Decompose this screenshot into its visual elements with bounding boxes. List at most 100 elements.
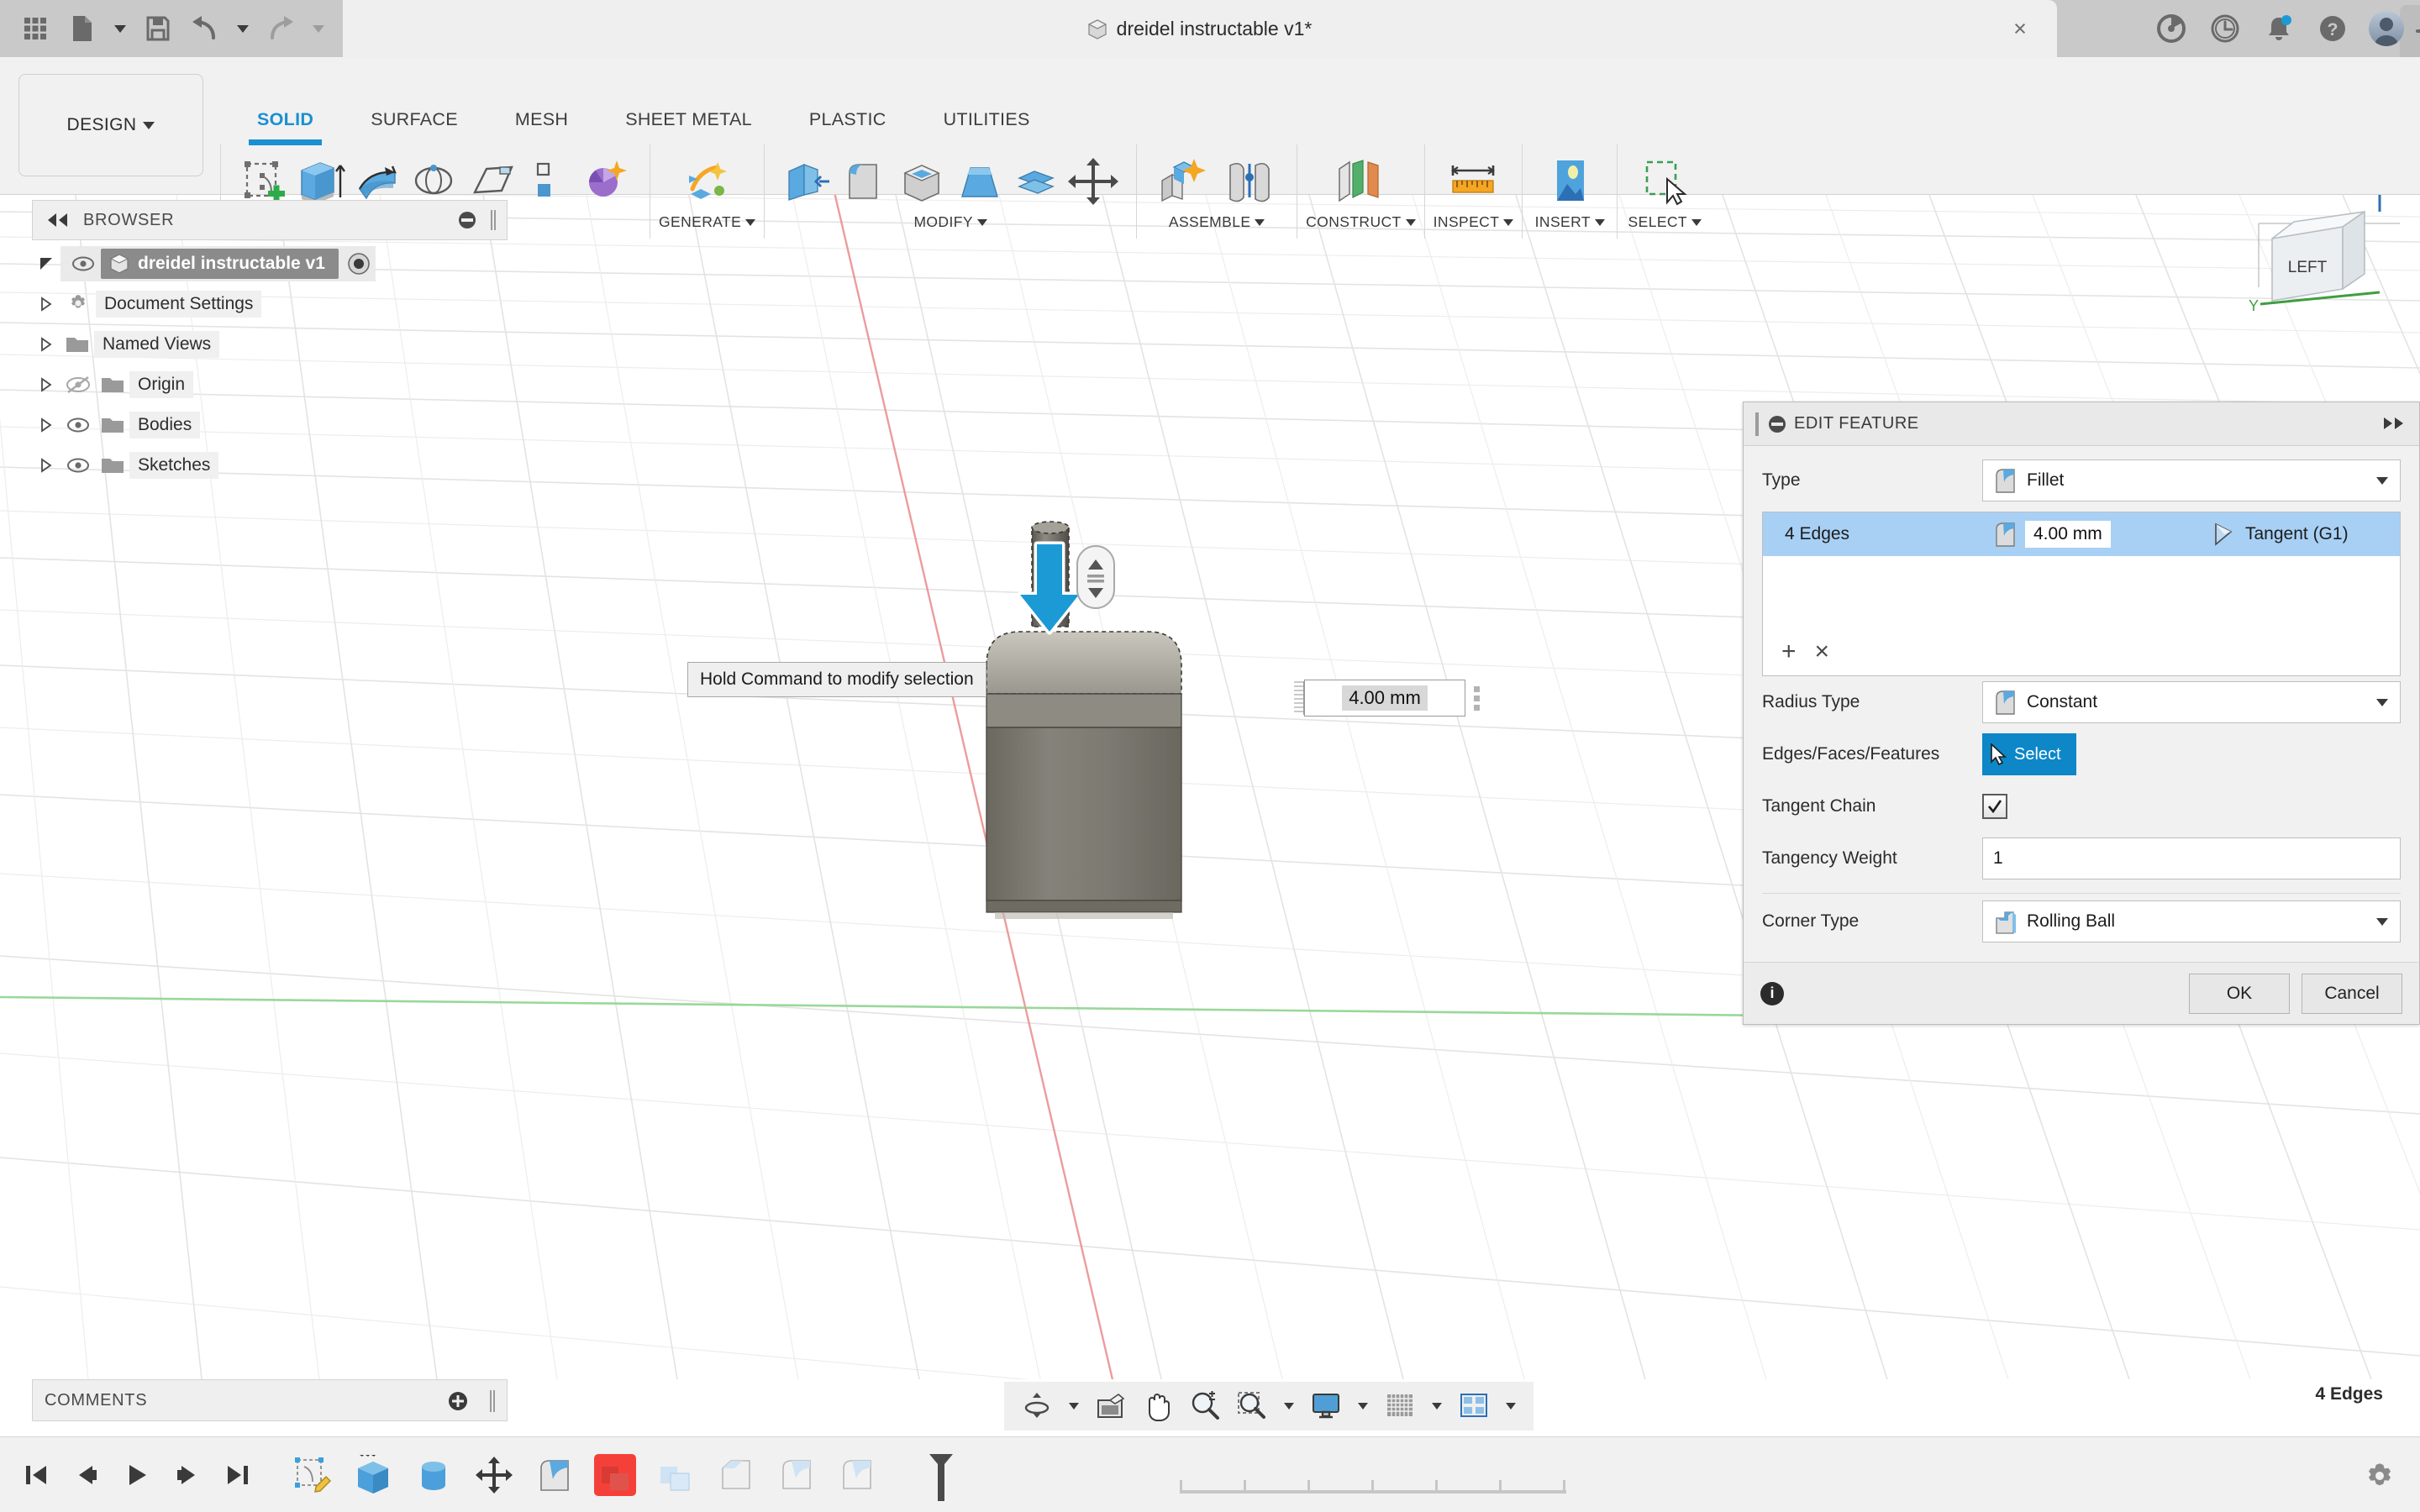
ribbon-group-label-inspect[interactable]: INSPECT (1434, 213, 1514, 231)
timeline-fillet-feature[interactable] (531, 1452, 578, 1499)
play-icon[interactable] (123, 1461, 151, 1489)
tab-plastic[interactable]: PLASTIC (781, 109, 915, 130)
edge-list[interactable]: 4 Edges 4.00 mm (1762, 512, 2401, 676)
cancel-button[interactable]: Cancel (2302, 974, 2402, 1014)
save-icon[interactable] (134, 5, 182, 52)
corner-type-dropdown[interactable]: Rolling Ball (1982, 900, 2401, 942)
browser-minimize-icon[interactable] (458, 211, 476, 229)
close-icon[interactable]: × (2007, 15, 2033, 42)
tree-root-row[interactable]: dreidel instructable v1 (32, 244, 511, 284)
tab-utilities[interactable]: UTILITIES (915, 109, 1059, 130)
tree-row-origin[interactable]: Origin (32, 365, 511, 405)
pan-icon[interactable] (1137, 1385, 1179, 1427)
timeline-marker[interactable] (924, 1452, 958, 1503)
move-copy-icon[interactable] (1067, 153, 1119, 210)
dialog-header[interactable]: EDIT FEATURE (1744, 402, 2419, 446)
measure-icon[interactable] (1443, 153, 1503, 210)
timeline-combine-feature[interactable] (652, 1452, 699, 1499)
timeline-fillet-feature-2[interactable] (773, 1452, 820, 1499)
select-icon[interactable] (1634, 153, 1695, 210)
viewports-icon[interactable] (1453, 1385, 1495, 1427)
tree-row-named-views[interactable]: Named Views (32, 324, 511, 365)
model-dreidel[interactable] (983, 512, 1235, 949)
edge-list-row[interactable]: 4 Edges 4.00 mm (1763, 512, 2400, 556)
zoom-window-icon[interactable] (1231, 1385, 1273, 1427)
browser-resize-grip[interactable] (490, 209, 497, 231)
tree-row-bodies[interactable]: Bodies (32, 405, 511, 445)
orbit-dropdown-caret[interactable] (1063, 1403, 1085, 1410)
zoom-window-dropdown-caret[interactable] (1278, 1403, 1300, 1410)
add-comment-icon[interactable] (448, 1391, 468, 1411)
timeline-combine-feature-active[interactable] (592, 1452, 639, 1499)
step-forward-icon[interactable] (173, 1461, 202, 1489)
construction-plane-icon[interactable] (1330, 153, 1391, 210)
redo-icon[interactable] (257, 5, 304, 52)
file-dropdown-caret[interactable] (106, 5, 134, 52)
file-icon[interactable] (59, 5, 106, 52)
timeline-fillet-feature-3[interactable] (834, 1452, 881, 1499)
account-avatar[interactable] (2368, 10, 2405, 47)
tangency-weight-input[interactable]: 1 (1982, 837, 2401, 879)
tab-sheet-metal[interactable]: SHEET METAL (597, 109, 781, 130)
ribbon-group-label-construct[interactable]: CONSTRUCT (1306, 213, 1415, 231)
tangent-chain-checkbox[interactable] (1982, 794, 2007, 819)
grid-snaps-icon[interactable] (1379, 1385, 1421, 1427)
visibility-eye-document-settings[interactable] (60, 291, 96, 317)
add-edge-button[interactable]: + (1781, 639, 1797, 664)
timeline-revolve-feature[interactable] (410, 1452, 457, 1499)
comments-panel[interactable]: COMMENTS (32, 1379, 508, 1421)
edge-radius-value[interactable]: 4.00 mm (2025, 521, 2111, 548)
undo-dropdown-caret[interactable] (229, 5, 257, 52)
step-back-icon[interactable] (72, 1461, 101, 1489)
visibility-eye-root[interactable] (66, 256, 101, 271)
tree-root-chip[interactable]: dreidel instructable v1 (101, 249, 339, 279)
notifications-icon[interactable] (2260, 10, 2297, 47)
remove-edge-button[interactable]: × (1815, 639, 1830, 664)
activate-component-icon[interactable] (347, 252, 371, 276)
visibility-eye-hidden-origin[interactable] (60, 375, 96, 394)
dimension-input-field[interactable]: 4.00 mm (1294, 679, 1487, 717)
dialog-drag-grip[interactable] (1755, 412, 1759, 436)
visibility-eye-bodies[interactable] (60, 417, 96, 433)
ribbon-group-label-insert[interactable]: INSERT (1535, 213, 1605, 231)
look-at-icon[interactable] (1090, 1385, 1132, 1427)
joint-icon[interactable] (1219, 153, 1280, 210)
job-status-icon[interactable] (2207, 10, 2244, 47)
rib-icon[interactable] (523, 153, 576, 210)
ribbon-group-label-generate[interactable]: GENERATE (659, 213, 755, 231)
timeline-settings-gear-icon[interactable] (2363, 1458, 2396, 1492)
tree-row-document-settings[interactable]: Document Settings (32, 284, 511, 324)
dimension-options-icon[interactable] (1465, 686, 1487, 711)
ribbon-group-label-select[interactable]: SELECT (1628, 213, 1702, 231)
ok-button[interactable]: OK (2189, 974, 2290, 1014)
help-icon[interactable]: ? (2314, 10, 2351, 47)
dialog-expand-icon[interactable] (2382, 416, 2406, 431)
grid-snaps-dropdown-caret[interactable] (1426, 1403, 1448, 1410)
display-settings-icon[interactable] (1305, 1385, 1347, 1427)
expand-twisty-origin[interactable] (32, 377, 60, 392)
expand-twisty-named-views[interactable] (32, 337, 60, 352)
dimension-drag-handle[interactable] (1294, 681, 1304, 715)
go-to-beginning-icon[interactable] (22, 1461, 50, 1489)
display-settings-dropdown-caret[interactable] (1352, 1403, 1374, 1410)
timeline-sketch-feature[interactable] (289, 1452, 336, 1499)
select-button[interactable]: Select (1982, 733, 2076, 775)
new-component-icon[interactable] (1154, 153, 1214, 210)
scale-icon[interactable] (1010, 153, 1062, 210)
tab-solid[interactable]: SOLID (229, 109, 342, 130)
expand-twisty-document-settings[interactable] (32, 297, 60, 312)
draft-icon[interactable] (953, 153, 1005, 210)
ribbon-group-label-modify[interactable]: MODIFY (913, 213, 986, 231)
expand-twisty-sketches[interactable] (32, 458, 60, 473)
expand-twisty-root[interactable] (32, 256, 60, 271)
pattern-icon[interactable] (581, 153, 633, 210)
dimension-value-box[interactable]: 4.00 mm (1304, 680, 1465, 717)
collapse-panel-icon[interactable] (43, 208, 71, 232)
timeline-chamfer-feature[interactable] (713, 1452, 760, 1499)
document-tab[interactable]: dreidel instructable v1* × (343, 0, 2057, 57)
insert-image-icon[interactable] (1539, 153, 1600, 210)
workspace-selector[interactable]: DESIGN (18, 74, 203, 176)
timeline-extrude-feature[interactable] (350, 1452, 397, 1499)
type-dropdown[interactable]: Fillet (1982, 459, 2401, 501)
radius-type-dropdown[interactable]: Constant (1982, 681, 2401, 723)
